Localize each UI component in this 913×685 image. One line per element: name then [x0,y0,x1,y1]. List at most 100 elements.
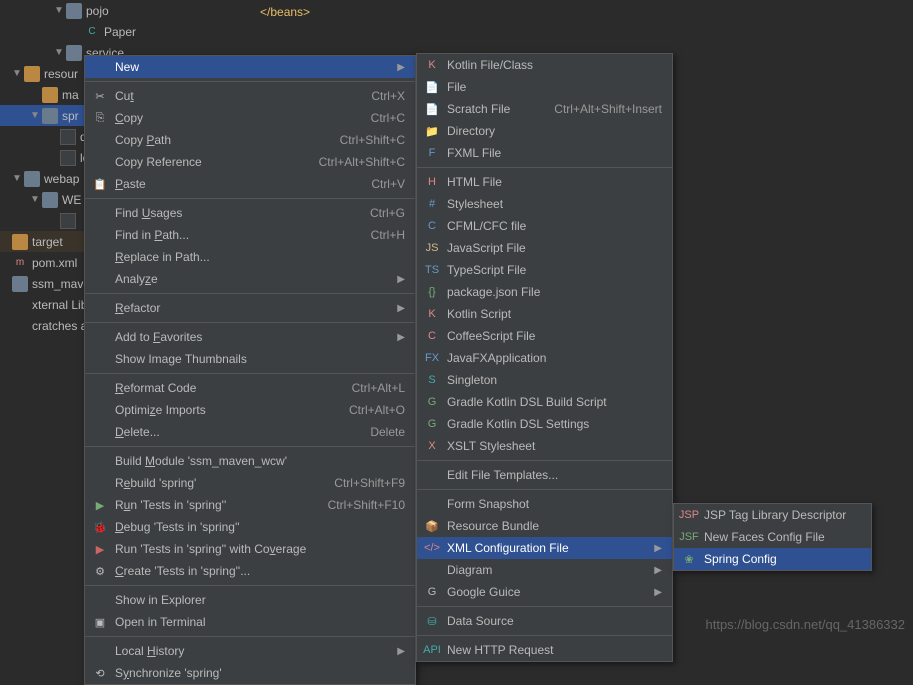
menu-item[interactable]: S Singleton [417,369,672,391]
watermark: https://blog.csdn.net/qq_41386332 [706,617,906,632]
menu-item[interactable]: ⚙Create 'Tests in 'spring''... [85,560,415,582]
blank-icon [91,424,109,440]
menu-item[interactable]: 📄Scratch FileCtrl+Alt+Shift+Insert [417,98,672,120]
menu-item[interactable]: FFXML File [417,142,672,164]
#-icon: # [423,196,441,212]
menu-item[interactable]: Build Module 'ssm_maven_wcw' [85,450,415,472]
menu-item[interactable]: CCFML/CFC file [417,215,672,237]
menu-item-label: Analyze [115,272,387,286]
tree-item[interactable]: CPaper [0,21,210,42]
menu-item-label: CoffeeScript File [447,329,662,343]
menu-separator [85,293,415,294]
shortcut-label: Ctrl+Shift+F10 [328,498,405,512]
menu-item[interactable]: New▶ [85,56,415,78]
menu-item[interactable]: GGoogle Guice▶ [417,581,672,603]
tree-item[interactable]: ▼pojo [0,0,210,21]
folder o-icon [24,66,40,82]
menu-item[interactable]: Form Snapshot [417,493,672,515]
menu-item[interactable]: TSTypeScript File [417,259,672,281]
menu-item[interactable]: Find UsagesCtrl+G [85,202,415,224]
menu-item[interactable]: Delete...Delete [85,421,415,443]
menu-item[interactable]: ⟲Synchronize 'spring' [85,662,415,684]
tree-item-label: Paper [104,25,136,39]
menu-item[interactable]: #Stylesheet [417,193,672,215]
menu-item[interactable]: 📦Resource Bundle [417,515,672,537]
xml-config-submenu[interactable]: JSPJSP Tag Library DescriptorJSFNew Face… [673,503,872,571]
menu-item-label: Diagram [447,563,644,577]
expand-arrow-icon: ▼ [30,194,40,205]
menu-item[interactable]: </>XML Configuration File▶ [417,537,672,559]
menu-item[interactable]: ▶Run 'Tests in 'spring'' with Coverage [85,538,415,560]
menu-item[interactable]: Replace in Path... [85,246,415,268]
menu-item[interactable]: GGradle Kotlin DSL Settings [417,413,672,435]
menu-item[interactable]: FXJavaFXApplication [417,347,672,369]
menu-item[interactable]: {}package.json File [417,281,672,303]
menu-item-label: Debug 'Tests in 'spring'' [115,520,405,534]
menu-item[interactable]: ✂CutCtrl+X [85,85,415,107]
shortcut-label: Ctrl+Alt+Shift+Insert [554,102,662,116]
C-icon: C [423,218,441,234]
G-icon: G [423,416,441,432]
menu-item[interactable]: Edit File Templates... [417,464,672,486]
menu-separator [85,322,415,323]
submenu-arrow-icon: ▶ [397,274,405,285]
G-icon: G [423,394,441,410]
blank-icon [91,592,109,608]
menu-item[interactable]: Show in Explorer [85,589,415,611]
folder-icon [12,276,28,292]
menu-separator [417,635,672,636]
menu-item-label: Rebuild 'spring' [115,476,314,490]
menu-item[interactable]: 📄File [417,76,672,98]
shortcut-label: Ctrl+V [371,177,405,191]
menu-item[interactable]: JSJavaScript File [417,237,672,259]
submenu-arrow-icon: ▶ [397,62,405,73]
menu-item[interactable]: Diagram▶ [417,559,672,581]
menu-item[interactable]: CCoffeeScript File [417,325,672,347]
menu-item-label: Show Image Thumbnails [115,352,405,366]
{}-icon: {} [423,284,441,300]
menu-item[interactable]: GGradle Kotlin DSL Build Script [417,391,672,413]
JS-icon: JS [423,240,441,256]
menu-item[interactable]: 📋PasteCtrl+V [85,173,415,195]
menu-item[interactable]: HHTML File [417,171,672,193]
menu-item[interactable]: Rebuild 'spring'Ctrl+Shift+F9 [85,472,415,494]
menu-item-label: Show in Explorer [115,593,405,607]
menu-item[interactable]: ▣Open in Terminal [85,611,415,633]
item-icon [12,318,28,334]
menu-item[interactable]: Reformat CodeCtrl+Alt+L [85,377,415,399]
menu-item[interactable]: JSFNew Faces Config File [674,526,871,548]
menu-item[interactable]: Copy PathCtrl+Shift+C [85,129,415,151]
menu-item-label: XML Configuration File [447,541,644,555]
menu-item[interactable]: KKotlin File/Class [417,54,672,76]
menu-item[interactable]: Analyze ▶ [85,268,415,290]
shortcut-label: Ctrl+Alt+Shift+C [319,155,405,169]
menu-item[interactable]: XXSLT Stylesheet [417,435,672,457]
menu-item[interactable]: ⛁Data Source [417,610,672,632]
context-menu[interactable]: New▶ ✂CutCtrl+X⎘CopyCtrl+CCopy PathCtrl+S… [84,55,416,685]
menu-item[interactable]: ▶Run 'Tests in 'spring''Ctrl+Shift+F10 [85,494,415,516]
menu-item-label: Reformat Code [115,381,332,395]
menu-item[interactable]: Refactor▶ [85,297,415,319]
menu-item[interactable]: Find in Path...Ctrl+H [85,224,415,246]
menu-item[interactable]: Local History▶ [85,640,415,662]
⎘-icon: ⎘ [91,110,109,126]
menu-separator [85,81,415,82]
menu-item[interactable]: Copy ReferenceCtrl+Alt+Shift+C [85,151,415,173]
menu-item[interactable]: 🐞Debug 'Tests in 'spring'' [85,516,415,538]
menu-item[interactable]: KKotlin Script [417,303,672,325]
blank-icon [91,643,109,659]
menu-item[interactable]: Add to Favorites▶ [85,326,415,348]
menu-item-label: Singleton [447,373,662,387]
S-icon: S [423,372,441,388]
menu-item[interactable]: Optimize ImportsCtrl+Alt+O [85,399,415,421]
menu-item-label: Open in Terminal [115,615,405,629]
menu-item[interactable]: ❀Spring Config [674,548,871,570]
menu-item-label: Optimize Imports [115,403,329,417]
menu-item[interactable]: APINew HTTP Request [417,639,672,661]
menu-item[interactable]: 📁Directory [417,120,672,142]
expand-arrow-icon: ▼ [54,5,64,16]
menu-item[interactable]: ⎘CopyCtrl+C [85,107,415,129]
new-submenu[interactable]: KKotlin File/Class📄File📄Scratch FileCtrl… [416,53,673,662]
menu-item[interactable]: Show Image Thumbnails [85,348,415,370]
menu-item[interactable]: JSPJSP Tag Library Descriptor [674,504,871,526]
